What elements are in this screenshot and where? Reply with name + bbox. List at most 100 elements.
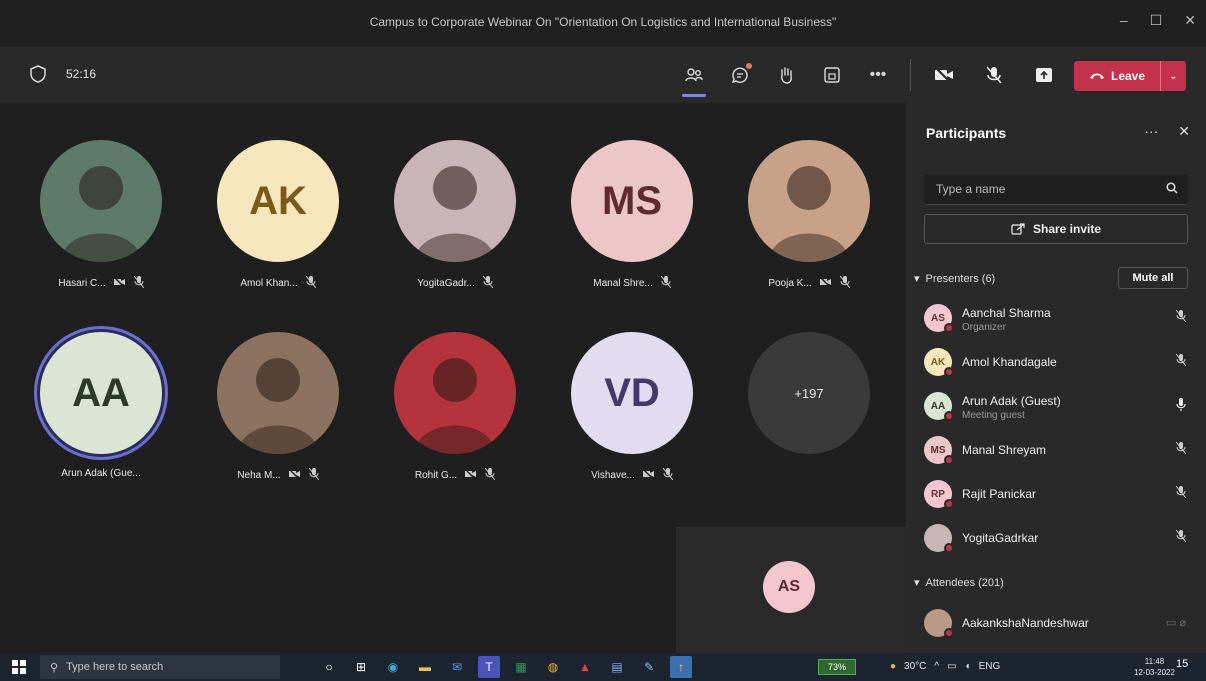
edge-icon[interactable]: ◉ <box>382 656 404 678</box>
mail-icon[interactable]: ✉ <box>446 656 468 678</box>
close-panel-icon[interactable]: ✕ <box>1178 123 1190 140</box>
participant-name-row: YogitaGadr... <box>366 275 544 291</box>
mute-all-button[interactable]: Mute all <box>1118 267 1188 289</box>
participant-name-row: Pooja K... <box>720 275 898 291</box>
share-invite-button[interactable]: Share invite <box>924 214 1188 244</box>
participant-name-row: Neha M... <box>189 467 367 483</box>
participant-tile[interactable]: Pooja K... <box>720 140 898 328</box>
camera-off-icon <box>288 468 301 482</box>
participant-tile[interactable]: AK Amol Khan... <box>189 140 367 328</box>
participant-list-item[interactable]: AK Amol Khandagale <box>924 342 1188 382</box>
participant-list-name: AakankshaNandeshwar <box>962 616 1089 630</box>
mic-off-icon <box>305 275 317 291</box>
participant-list-name: Amol Khandagale <box>962 355 1057 369</box>
reactions-button[interactable] <box>772 61 800 89</box>
participant-role: Meeting guest <box>962 410 1025 421</box>
participant-tile[interactable]: VD Vishave... <box>543 332 721 520</box>
mic-off-icon <box>1175 485 1187 501</box>
notes-icon[interactable]: ▤ <box>606 656 628 678</box>
participant-tile[interactable]: YogitaGadr... <box>366 140 544 328</box>
avatar <box>924 609 954 638</box>
clock[interactable]: 11:48 12-03-2022 <box>1134 656 1175 678</box>
participants-button[interactable] <box>680 61 708 97</box>
participant-tile[interactable]: AA Arun Adak (Gue... <box>12 332 190 520</box>
panel-actions: ··· ✕ <box>1144 123 1190 140</box>
participant-list-item[interactable]: AA Arun Adak (Guest) Meeting guest <box>924 386 1188 426</box>
participant-tile[interactable]: Rohit G... <box>366 332 544 520</box>
close-window-button[interactable]: ✕ <box>1184 12 1196 29</box>
avatar: MS <box>924 436 954 465</box>
participant-list-item[interactable]: AakankshaNandeshwar ▭ ⌀ <box>924 603 1188 643</box>
camera-off-icon <box>642 468 655 482</box>
taskbar-apps: ○ ⊞ ◉ ▬ ✉ T ▦ ◍ ▲ ▤ ✎ ↑ <box>318 656 692 678</box>
participant-list-item[interactable]: MS Manal Shreyam <box>924 430 1188 470</box>
cortana-icon[interactable]: ○ <box>318 656 340 678</box>
maximize-button[interactable]: ☐ <box>1150 12 1163 29</box>
os-taskbar: ⚲ Type here to search ○ ⊞ ◉ ▬ ✉ T ▦ ◍ ▲ … <box>0 653 1206 681</box>
leave-label: Leave <box>1110 69 1146 83</box>
participant-name: Neha M... <box>237 470 281 481</box>
weather-temp[interactable]: 30°C <box>904 661 926 672</box>
more-participants-avatar[interactable]: +197 <box>748 332 870 454</box>
camera-toggle-button[interactable] <box>930 61 958 89</box>
avatar: AA <box>924 392 954 421</box>
network-icon[interactable]: ▭ <box>947 661 956 672</box>
participant-list-item[interactable]: AS Aanchal Sharma Organizer <box>924 298 1188 338</box>
video-stage: Hasari C... AK Amol Khan... YogitaGadr... MS… <box>0 103 906 653</box>
participant-search[interactable] <box>924 175 1188 205</box>
participant-name: Pooja K... <box>768 278 812 289</box>
caret-down-icon: ▾ <box>914 577 920 589</box>
participant-search-input[interactable] <box>936 182 1156 196</box>
leave-main[interactable]: Leave <box>1074 69 1160 83</box>
share-content-button[interactable] <box>1030 61 1058 89</box>
chat-button[interactable] <box>726 61 754 89</box>
pinned-app-icon[interactable]: ↑ <box>670 656 692 678</box>
participant-tile[interactable]: Hasari C... <box>12 140 190 328</box>
mic-toggle-button[interactable] <box>980 61 1008 89</box>
tray-chevron-icon[interactable]: ^ <box>934 661 939 672</box>
weather-icon[interactable]: ● <box>890 661 896 672</box>
camera-off-icon <box>113 276 126 290</box>
file-explorer-icon[interactable]: ▬ <box>414 656 436 678</box>
presence-dot <box>944 411 954 421</box>
presenters-section-toggle[interactable]: ▾ Presenters (6) <box>914 272 995 286</box>
chrome-icon[interactable]: ◍ <box>542 656 564 678</box>
panel-more-icon[interactable]: ··· <box>1144 123 1158 140</box>
teams-icon[interactable]: T <box>478 656 500 678</box>
taskbar-search[interactable]: ⚲ Type here to search <box>40 655 280 679</box>
attendees-section-toggle[interactable]: ▾ Attendees (201) <box>914 576 1004 590</box>
mic-off-icon <box>1175 353 1187 369</box>
participant-list-item[interactable]: RP Rajit Panickar <box>924 474 1188 514</box>
participant-name-row: Hasari C... <box>12 275 190 291</box>
media-controls <box>930 61 1058 89</box>
participant-tile[interactable]: MS Manal Shre... <box>543 140 721 328</box>
more-actions-button[interactable]: ••• <box>864 61 892 89</box>
language-indicator[interactable]: ENG <box>979 661 1001 672</box>
acrobat-icon[interactable]: ▲ <box>574 656 596 678</box>
chevron-down-icon: ⌄ <box>1169 70 1178 82</box>
breakout-rooms-button[interactable] <box>818 61 846 89</box>
leave-options-button[interactable]: ⌄ <box>1160 61 1186 91</box>
chat-icon <box>731 67 748 84</box>
avatar: RP <box>924 480 954 509</box>
raise-hand-icon <box>781 67 792 84</box>
presence-dot <box>944 499 954 509</box>
window-title: Campus to Corporate Webinar On "Orientat… <box>369 15 837 29</box>
participant-tile[interactable]: +197 <box>720 332 898 520</box>
participant-list-item[interactable]: YogitaGadrkar <box>924 518 1188 558</box>
self-view[interactable]: AS <box>676 527 906 653</box>
pen-icon[interactable]: ✎ <box>638 656 660 678</box>
task-view-icon[interactable]: ⊞ <box>350 656 372 678</box>
excel-icon[interactable]: ▦ <box>510 656 532 678</box>
participant-photo <box>40 140 162 262</box>
participant-tile[interactable]: Neha M... <box>189 332 367 520</box>
notification-center-icon[interactable]: 15 <box>1176 658 1194 676</box>
volume-icon[interactable]: ◖ <box>965 661 971 672</box>
windows-start-icon[interactable] <box>12 660 26 674</box>
participant-name: YogitaGadr... <box>417 278 475 289</box>
participant-name: Rohit G... <box>414 470 458 481</box>
leave-button[interactable]: Leave ⌄ <box>1074 61 1186 91</box>
participant-initials: AA <box>40 332 162 454</box>
minimize-button[interactable]: – <box>1120 12 1128 29</box>
chat-notification-dot <box>746 63 752 69</box>
